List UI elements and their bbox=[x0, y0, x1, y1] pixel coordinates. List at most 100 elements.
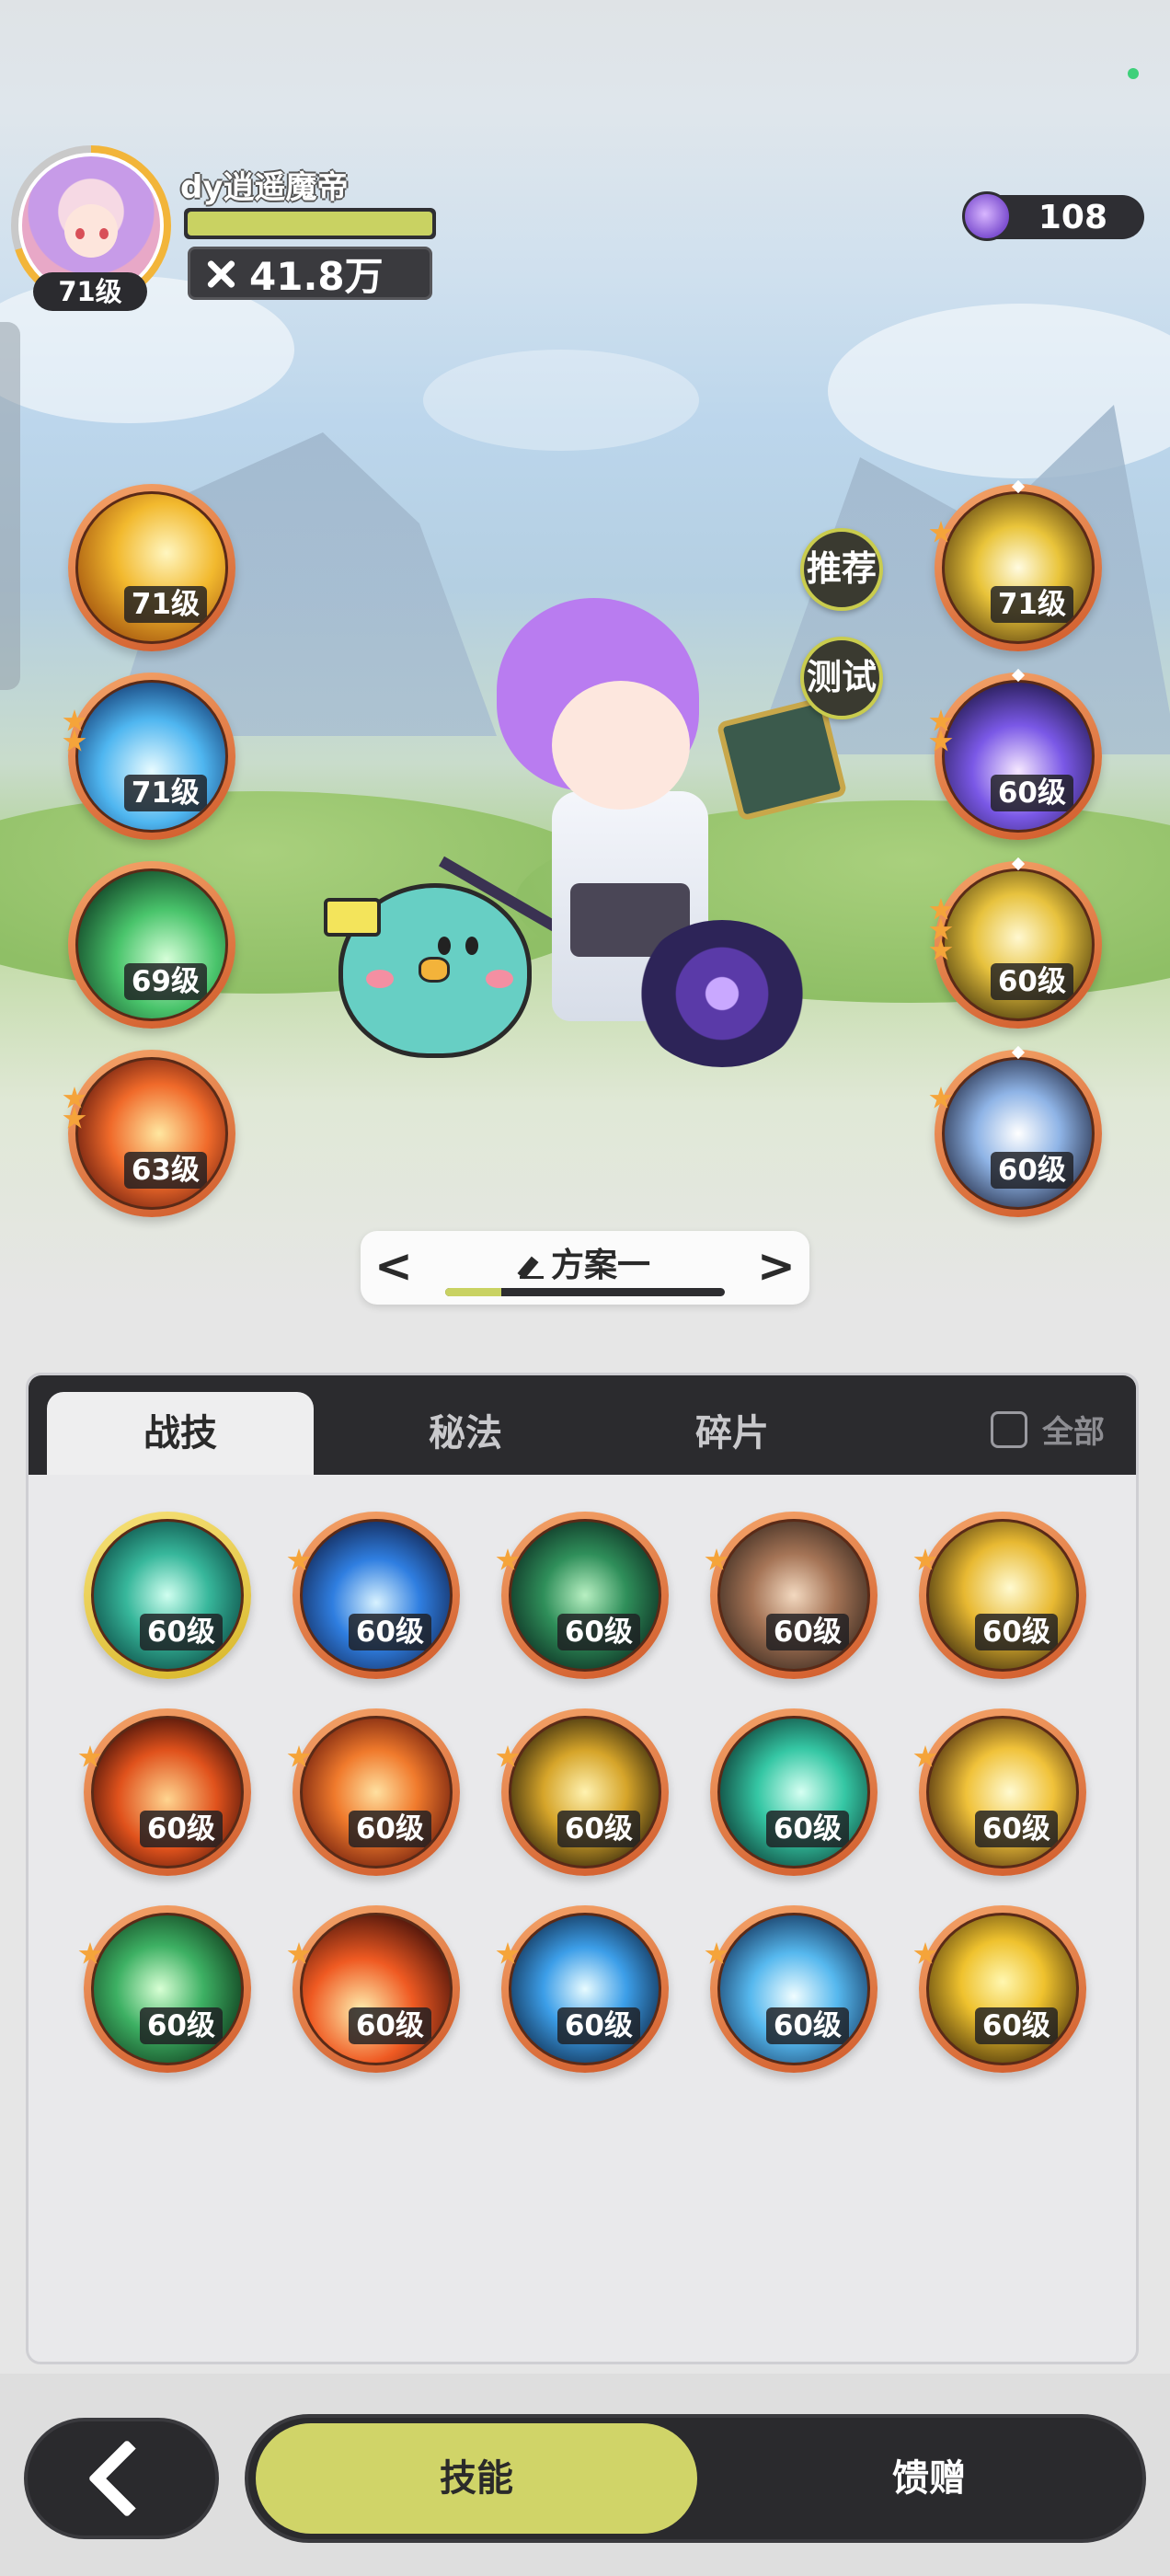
ice-shard-icon: 71级 bbox=[75, 680, 228, 833]
gem-amount: 108 bbox=[1038, 198, 1107, 236]
arcane-ring-icon: 60级 bbox=[942, 680, 1095, 833]
show-all-checkbox[interactable] bbox=[991, 1410, 1027, 1448]
skill-card[interactable]: 60级 bbox=[710, 1708, 878, 1876]
equipped-skill-slot-right[interactable]: 60级 bbox=[929, 1045, 1102, 1217]
skill-level-label: 71级 bbox=[123, 775, 207, 811]
skill-card[interactable]: 60级 bbox=[913, 1905, 1086, 2073]
skill-level-label: 60级 bbox=[990, 1152, 1073, 1189]
golden-star-burst-icon: 71级 bbox=[75, 491, 228, 644]
pet-cheek bbox=[486, 970, 513, 988]
flame-slash-icon: 60级 bbox=[300, 1716, 453, 1869]
fire-pillar-icon: 60级 bbox=[300, 1913, 453, 2065]
skill-level-label: 71级 bbox=[990, 586, 1073, 623]
gem-currency[interactable]: 108 bbox=[962, 191, 1144, 241]
skill-card[interactable]: 60级 bbox=[496, 1512, 669, 1679]
scheme-progress-fill bbox=[445, 1288, 501, 1296]
green-wind-icon: 60级 bbox=[717, 1716, 870, 1869]
combat-power-value: 41.8万 bbox=[249, 253, 384, 299]
skill-card[interactable]: 60级 bbox=[78, 1708, 251, 1876]
skill-level-label: 60级 bbox=[765, 2007, 849, 2044]
skill-level-label: 60级 bbox=[348, 1614, 431, 1650]
skill-level-label: 60级 bbox=[765, 1811, 849, 1847]
edit-pencil-icon bbox=[519, 1255, 544, 1279]
skill-level-label: 60级 bbox=[139, 1811, 223, 1847]
golden-sun-icon: 60级 bbox=[926, 1913, 1079, 2065]
avatar-eye bbox=[75, 228, 85, 239]
skill-inventory-panel: 战技 秘法 碎片 全部 60级 60级 60级 60级 60级 60级 60级 60级 60级 6… bbox=[26, 1373, 1139, 2364]
skill-level-label: 60级 bbox=[348, 2007, 431, 2044]
equipped-skill-slot-right[interactable]: 60级 bbox=[929, 857, 1102, 1029]
next-scheme-button[interactable]: > bbox=[756, 1243, 797, 1290]
scheme-title[interactable]: 方案一 bbox=[361, 1238, 809, 1286]
player-name: dy逍遥魔帝 bbox=[180, 169, 349, 206]
green-vortex-icon: 60级 bbox=[91, 1519, 244, 1672]
skill-level-label: 60级 bbox=[990, 963, 1073, 1000]
bottom-segment-control: 技能 馈赠 bbox=[245, 2414, 1146, 2543]
skill-level-label: 60级 bbox=[974, 1614, 1058, 1650]
recommend-button[interactable]: 推荐 bbox=[800, 528, 883, 611]
skill-level-label: 71级 bbox=[123, 586, 207, 623]
skill-level-label: 60级 bbox=[990, 775, 1073, 811]
side-drawer-handle[interactable] bbox=[0, 322, 20, 690]
pet-cheek bbox=[366, 970, 394, 988]
earth-rock-icon: 60级 bbox=[717, 1519, 870, 1672]
skill-card[interactable]: 60级 bbox=[496, 1708, 669, 1876]
skill-card[interactable]: 60级 bbox=[705, 1905, 878, 2073]
skills-tab-button[interactable]: 技能 bbox=[256, 2423, 697, 2534]
tab-combat-skills[interactable]: 战技 bbox=[47, 1392, 314, 1475]
player-level-badge: 71级 bbox=[33, 272, 147, 311]
skill-card[interactable]: 60级 bbox=[78, 1905, 251, 2073]
skill-card[interactable]: 60级 bbox=[84, 1512, 251, 1679]
show-all-toggle[interactable]: 全部 bbox=[991, 1407, 1105, 1452]
skill-level-label: 60级 bbox=[556, 2007, 640, 2044]
skill-card[interactable]: 60级 bbox=[496, 1905, 669, 2073]
purple-gem-icon bbox=[962, 191, 1012, 241]
skill-card[interactable]: 60级 bbox=[705, 1512, 878, 1679]
skill-card[interactable]: 60级 bbox=[287, 1708, 460, 1876]
skill-card[interactable]: 60级 bbox=[287, 1512, 460, 1679]
back-button[interactable] bbox=[24, 2418, 219, 2539]
tab-fragments[interactable]: 碎片 bbox=[608, 1392, 856, 1475]
character-face bbox=[552, 681, 690, 810]
scheme-selector: < 方案一 > bbox=[361, 1231, 809, 1305]
skill-level-label: 69级 bbox=[123, 963, 207, 1000]
fire-wave-icon: 60级 bbox=[91, 1716, 244, 1869]
equipped-skill-slot-right[interactable]: 60级 bbox=[929, 668, 1102, 840]
ice-crystal-icon: 60级 bbox=[717, 1913, 870, 2065]
blue-water-wave-icon: 60级 bbox=[300, 1519, 453, 1672]
ice-blade-icon: 60级 bbox=[509, 1913, 661, 2065]
green-heal-cross-icon: 60级 bbox=[91, 1913, 244, 2065]
green-wind-slash-icon: 69级 bbox=[75, 868, 228, 1021]
light-beam-icon: 60级 bbox=[942, 868, 1095, 1021]
skill-card[interactable]: 60级 bbox=[913, 1708, 1086, 1876]
staff-orb bbox=[635, 920, 809, 1067]
pet-beak bbox=[419, 957, 450, 983]
golden-spike-icon: 60级 bbox=[509, 1716, 661, 1869]
skill-level-label: 60级 bbox=[556, 1614, 640, 1650]
skill-level-label: 60级 bbox=[556, 1811, 640, 1847]
golden-explosion-icon: 71级 bbox=[942, 491, 1095, 644]
test-button[interactable]: 测试 bbox=[800, 637, 883, 719]
crystal-spark-icon: 60级 bbox=[942, 1057, 1095, 1210]
skill-level-label: 60级 bbox=[348, 1811, 431, 1847]
skill-card[interactable]: 60级 bbox=[287, 1905, 460, 2073]
equipped-skill-slot-left[interactable]: 71级 bbox=[68, 484, 235, 651]
show-all-label: 全部 bbox=[1042, 1414, 1105, 1451]
tab-secret-arts[interactable]: 秘法 bbox=[341, 1392, 590, 1475]
scheme-progress-bar bbox=[445, 1288, 725, 1296]
skill-level-label: 60级 bbox=[139, 1614, 223, 1650]
scheme-name: 方案一 bbox=[550, 1247, 650, 1284]
skill-level-label: 60级 bbox=[765, 1614, 849, 1650]
pet-swap-icon[interactable] bbox=[324, 898, 381, 937]
pet-eye bbox=[465, 937, 478, 955]
equipped-skill-slot-left[interactable]: 69级 bbox=[68, 861, 235, 1029]
skill-level-label: 60级 bbox=[139, 2007, 223, 2044]
skill-card[interactable]: 60级 bbox=[913, 1512, 1086, 1679]
skill-level-label: 63级 bbox=[123, 1152, 207, 1189]
experience-bar bbox=[184, 208, 436, 239]
gift-tab-button[interactable]: 馈赠 bbox=[727, 2423, 1131, 2534]
skill-level-label: 60级 bbox=[974, 1811, 1058, 1847]
equipped-skill-slot-left[interactable]: 71级 bbox=[63, 673, 235, 840]
equipped-skill-slot-right[interactable]: 71级 bbox=[929, 479, 1102, 651]
equipped-skill-slot-left[interactable]: 63级 bbox=[63, 1050, 235, 1217]
